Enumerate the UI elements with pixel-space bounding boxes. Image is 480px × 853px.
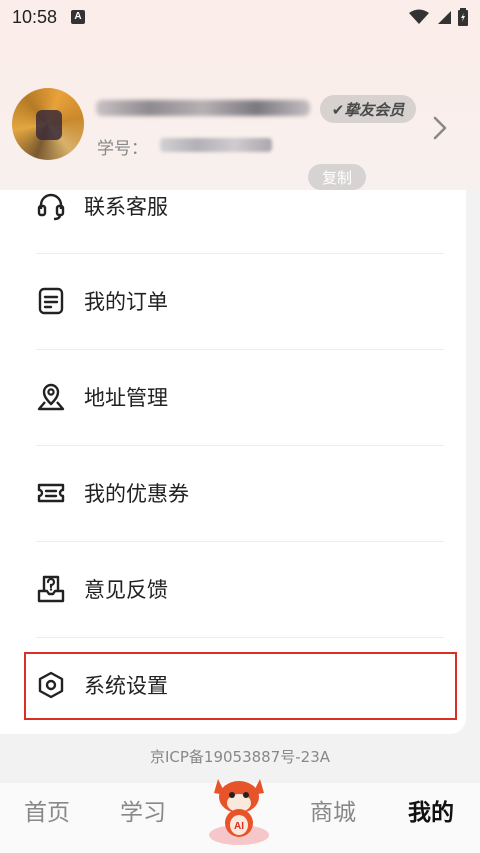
avatar[interactable]	[12, 88, 84, 160]
battery-icon	[458, 8, 468, 26]
menu-item-label: 意见反馈	[84, 578, 168, 602]
tab-study[interactable]: 学习	[120, 793, 166, 827]
username-blurred	[96, 100, 310, 116]
ai-label: AI	[234, 821, 244, 832]
menu-item-my-orders[interactable]: 我的订单	[0, 253, 466, 349]
student-id-blurred	[160, 138, 272, 152]
ai-mascot-icon[interactable]: AI	[204, 765, 274, 845]
headset-icon	[37, 193, 65, 221]
coupon-icon	[37, 483, 65, 503]
menu-item-my-coupons[interactable]: 我的优惠券	[0, 445, 466, 541]
tab-home[interactable]: 首页	[24, 793, 70, 827]
menu-item-customer-service[interactable]: 联系客服	[0, 158, 466, 254]
menu-item-label: 我的订单	[84, 290, 168, 314]
menu-item-label: 我的优惠券	[84, 482, 189, 506]
location-pin-icon	[37, 383, 65, 411]
notification-icon: A	[71, 10, 86, 24]
highlight-box	[24, 652, 457, 720]
chevron-right-icon[interactable]	[430, 114, 450, 142]
wifi-icon	[409, 9, 429, 24]
icp-record[interactable]: 京ICP备19053887号-23A	[0, 746, 480, 767]
member-badge[interactable]: ✔挚友会员	[320, 95, 416, 123]
tab-mine[interactable]: 我的	[408, 793, 454, 827]
order-list-icon	[38, 287, 64, 315]
signal-icon	[438, 11, 451, 24]
student-id-label: 学号：	[97, 139, 148, 159]
menu-item-label: 联系客服	[84, 195, 168, 219]
feedback-icon	[37, 575, 65, 603]
status-time: 10:58	[12, 6, 58, 27]
menu-item-address-management[interactable]: 地址管理	[0, 349, 466, 445]
menu-item-feedback[interactable]: 意见反馈	[0, 541, 466, 637]
status-icons	[408, 8, 468, 26]
bottom-tab-bar: 首页 学习 AI 商城 我的	[0, 779, 480, 853]
menu-item-label: 地址管理	[84, 386, 168, 410]
status-bar: 10:58 A	[0, 0, 480, 34]
tab-mall[interactable]: 商城	[310, 793, 356, 827]
